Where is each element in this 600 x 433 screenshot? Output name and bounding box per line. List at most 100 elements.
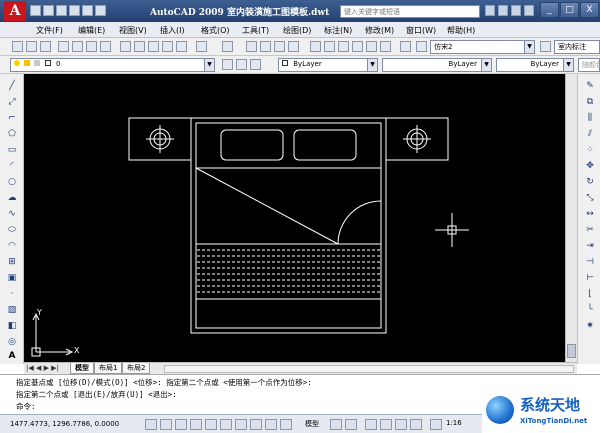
help-icon[interactable]	[524, 5, 534, 16]
new-file-icon[interactable]	[30, 5, 41, 16]
zoom-status-icon[interactable]	[380, 419, 392, 430]
ducs-icon[interactable]	[235, 419, 247, 430]
polyline-icon[interactable]: ⌐	[6, 112, 18, 124]
dim-style-select[interactable]: 室内标注	[554, 40, 600, 54]
menu-insert[interactable]: 插入(I)	[160, 25, 185, 36]
osnap-icon[interactable]	[205, 419, 217, 430]
minimize-button[interactable]: _	[540, 2, 559, 18]
search-icon[interactable]	[485, 5, 495, 16]
trim-icon[interactable]: ✂	[584, 224, 596, 236]
tab-layout2[interactable]: 布局2	[122, 363, 151, 374]
layer-previous-icon[interactable]	[236, 59, 247, 70]
menu-help[interactable]: 帮助(H)	[447, 25, 475, 36]
join-icon[interactable]: ⊢	[584, 272, 596, 284]
polygon-icon[interactable]: ⬠	[6, 128, 18, 140]
open-file-icon[interactable]	[43, 5, 54, 16]
menu-view[interactable]: 视图(V)	[119, 25, 147, 36]
construction-line-icon[interactable]: ⤢	[6, 96, 18, 108]
text-style-icon[interactable]	[416, 41, 427, 52]
save-icon[interactable]	[56, 5, 67, 16]
autocad-logo-icon[interactable]: A	[4, 1, 26, 21]
redo-icon[interactable]	[222, 41, 233, 52]
lineweight-select[interactable]: ByLayer ▼	[496, 58, 574, 72]
ellipse-arc-icon[interactable]: ◠	[6, 240, 18, 252]
copy-object-icon[interactable]: ⧉	[584, 96, 596, 108]
favorites-icon[interactable]	[511, 5, 521, 16]
close-button[interactable]: X	[580, 2, 599, 18]
text-style-select[interactable]: 仿宋2 ▼	[430, 40, 535, 54]
publish-icon[interactable]	[86, 41, 97, 52]
rotate-icon[interactable]: ↻	[584, 176, 596, 188]
make-block-icon[interactable]: ▣	[6, 272, 18, 284]
undo-icon[interactable]	[196, 41, 207, 52]
snap-icon[interactable]	[145, 419, 157, 430]
annotation-scale-icon[interactable]	[430, 419, 442, 430]
cursor-coordinates[interactable]: 1477.4773, 1296.7786, 0.0000	[10, 420, 119, 428]
pan-icon[interactable]	[246, 41, 257, 52]
linetype-select[interactable]: ByLayer ▼	[382, 58, 492, 72]
tab-model[interactable]: 模型	[70, 363, 94, 374]
zoom-previous-icon[interactable]	[288, 41, 299, 52]
explode-icon[interactable]: ✷	[584, 320, 596, 332]
plot-preview-icon[interactable]	[72, 41, 83, 52]
region-icon[interactable]: ◎	[6, 336, 18, 348]
tab-nav-arrows-icon[interactable]: |◀ ◀ ▶ ▶|	[26, 364, 59, 372]
quick-view-layouts-icon[interactable]	[330, 419, 342, 430]
dyn-icon[interactable]	[250, 419, 262, 430]
break-icon[interactable]: ⊣	[584, 256, 596, 268]
pan-status-icon[interactable]	[365, 419, 377, 430]
annotation-scale[interactable]: 1:16	[446, 419, 462, 427]
menu-window[interactable]: 窗口(W)	[406, 25, 436, 36]
print-icon[interactable]	[69, 5, 80, 16]
menu-dimension[interactable]: 标注(N)	[324, 25, 352, 36]
stretch-icon[interactable]: ↔	[584, 208, 596, 220]
make-layer-current-icon[interactable]	[222, 59, 233, 70]
model-space-toggle[interactable]: 模型	[305, 419, 319, 429]
block-editor-icon[interactable]	[176, 41, 187, 52]
line-icon[interactable]: ╱	[6, 80, 18, 92]
layer-select[interactable]: 0 ▼	[10, 58, 215, 72]
search-input[interactable]: 键入关键字或短语	[340, 5, 480, 18]
zoom-realtime-icon[interactable]	[260, 41, 271, 52]
revision-cloud-icon[interactable]: ☁	[6, 192, 18, 204]
drawing-canvas[interactable]: Y X	[24, 74, 577, 362]
maximize-button[interactable]: □	[560, 2, 579, 18]
menu-edit[interactable]: 编辑(E)	[78, 25, 105, 36]
menu-draw[interactable]: 绘图(D)	[283, 25, 311, 36]
paste-icon[interactable]	[148, 41, 159, 52]
point-icon[interactable]: ·	[6, 288, 18, 300]
vertical-scrollbar[interactable]	[565, 74, 577, 362]
array-icon[interactable]: ⁘	[584, 144, 596, 156]
tool-palettes-icon[interactable]	[338, 41, 349, 52]
design-center-icon[interactable]	[324, 41, 335, 52]
steeringwheel-icon[interactable]	[395, 419, 407, 430]
markup-icon[interactable]	[366, 41, 377, 52]
plot-style-select[interactable]: 随颜色	[578, 58, 600, 72]
erase-icon[interactable]: ✎	[584, 80, 596, 92]
scroll-thumb[interactable]	[567, 344, 576, 358]
undo-icon[interactable]	[82, 5, 93, 16]
scale-icon[interactable]: ⤡	[584, 192, 596, 204]
match-properties-icon[interactable]	[162, 41, 173, 52]
new-icon[interactable]	[12, 41, 23, 52]
quick-properties-icon[interactable]	[280, 419, 292, 430]
mirror-icon[interactable]: ⫼	[584, 112, 596, 124]
properties-icon[interactable]	[310, 41, 321, 52]
insert-block-icon[interactable]: ⊞	[6, 256, 18, 268]
communication-center-icon[interactable]	[498, 5, 508, 16]
menu-tools[interactable]: 工具(T)	[242, 25, 269, 36]
ellipse-icon[interactable]: ⬭	[6, 224, 18, 236]
open-icon[interactable]	[26, 41, 37, 52]
quickcalc-icon[interactable]	[380, 41, 391, 52]
tab-layout1[interactable]: 布局1	[94, 363, 123, 374]
ortho-icon[interactable]	[175, 419, 187, 430]
help-icon[interactable]	[400, 41, 411, 52]
menu-file[interactable]: 文件(F)	[36, 25, 63, 36]
dim-style-icon[interactable]	[540, 41, 551, 52]
lineweight-icon[interactable]	[265, 419, 277, 430]
cut-icon[interactable]	[120, 41, 131, 52]
menu-format[interactable]: 格式(O)	[201, 25, 230, 36]
otrack-icon[interactable]	[220, 419, 232, 430]
grid-icon[interactable]	[160, 419, 172, 430]
move-icon[interactable]: ✥	[584, 160, 596, 172]
